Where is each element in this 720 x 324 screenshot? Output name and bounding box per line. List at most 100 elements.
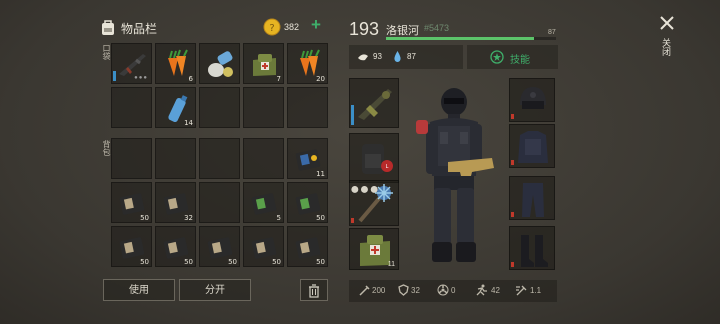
star-icon bbox=[490, 50, 504, 64]
helmet-icon bbox=[520, 87, 546, 109]
attack-icon bbox=[359, 285, 370, 296]
character-model bbox=[416, 88, 494, 262]
pocket-slot-carrots[interactable]: 6 bbox=[155, 43, 196, 84]
pocket-slot-water[interactable]: 14 bbox=[155, 87, 196, 128]
backpack-slot-recipe[interactable]: 50 bbox=[287, 226, 328, 267]
pocket-slot-empty[interactable] bbox=[111, 87, 152, 128]
player-id: #5473 bbox=[424, 23, 450, 33]
durability-indicator bbox=[511, 212, 514, 217]
trash-icon bbox=[309, 284, 319, 298]
backpack-icon bbox=[102, 20, 114, 35]
backpack-slot-empty[interactable] bbox=[155, 138, 196, 179]
backpack-slot-empty[interactable] bbox=[243, 138, 284, 179]
quick-item-slot[interactable]: 11 bbox=[349, 228, 399, 270]
melee-weapon-slot[interactable]: ●●● bbox=[349, 180, 399, 226]
boots-icon bbox=[521, 235, 548, 267]
food-value: 93 bbox=[373, 52, 382, 61]
pocket-slot-empty[interactable] bbox=[199, 87, 240, 128]
pocket-slot-bandage[interactable] bbox=[199, 43, 240, 84]
close-button[interactable]: 关闭 bbox=[654, 14, 680, 66]
backpack-slot-empty[interactable] bbox=[199, 182, 240, 223]
backpack-slot-empty[interactable] bbox=[199, 138, 240, 179]
item-count: 50 bbox=[316, 214, 325, 222]
item-count: 7 bbox=[276, 75, 281, 83]
backpack-slot-recipe-green[interactable]: 5 bbox=[243, 182, 284, 223]
svg-text:L: L bbox=[386, 164, 389, 170]
pocket-label: 口袋 bbox=[102, 44, 111, 60]
durability-indicator bbox=[351, 218, 354, 223]
durability-indicator bbox=[351, 105, 354, 125]
inventory-header: 物品栏 ? 382 + bbox=[97, 15, 337, 42]
tactical-backpack-icon: L bbox=[362, 144, 393, 174]
backpack-slot-recipe[interactable]: 50 bbox=[243, 226, 284, 267]
defense-value: 32 bbox=[411, 286, 420, 295]
durability-indicator bbox=[511, 262, 514, 267]
health-bar bbox=[386, 37, 556, 40]
item-count: 32 bbox=[184, 214, 193, 222]
close-label: 关闭 bbox=[661, 38, 671, 56]
vitals-panel: 93 87 bbox=[349, 45, 463, 69]
trash-button[interactable] bbox=[300, 279, 328, 301]
body-armor-icon bbox=[518, 131, 548, 163]
attack-speed-icon bbox=[516, 285, 527, 296]
durability-indicator bbox=[511, 160, 514, 165]
item-count: 50 bbox=[316, 258, 325, 266]
backpack-slot-recipe-green[interactable]: 50 bbox=[287, 182, 328, 223]
split-button[interactable]: 分开 bbox=[179, 279, 251, 301]
skills-button[interactable]: 技能 bbox=[467, 45, 558, 69]
stats-bar: 200 32 0 42 1.1 bbox=[349, 280, 557, 302]
body-armor-slot[interactable] bbox=[509, 124, 555, 168]
pocket-slot-carrots-2[interactable]: 20 bbox=[287, 43, 328, 84]
backpack-slot-manual[interactable]: 11 bbox=[287, 138, 328, 179]
item-count: 5 bbox=[276, 214, 281, 222]
food-icon bbox=[358, 54, 368, 61]
backpack-slot-recipe[interactable]: 50 bbox=[155, 226, 196, 267]
radiation-icon bbox=[437, 284, 449, 296]
inventory-title: 物品栏 bbox=[121, 22, 158, 36]
pants-slot[interactable] bbox=[509, 176, 555, 220]
add-coins-button[interactable]: + bbox=[311, 15, 321, 35]
backpack-slot-recipe[interactable]: 50 bbox=[111, 226, 152, 267]
backpack-label: 背包 bbox=[102, 140, 111, 156]
item-count: 11 bbox=[316, 170, 325, 178]
primary-weapon-slot[interactable] bbox=[349, 78, 399, 128]
durability-indicator bbox=[113, 71, 116, 81]
pocket-slot-rifle[interactable]: ●●● bbox=[111, 43, 152, 84]
use-button[interactable]: 使用 bbox=[103, 279, 175, 301]
durability-dots: ●●● bbox=[134, 75, 148, 81]
water-value: 87 bbox=[407, 52, 416, 61]
shield-icon bbox=[398, 284, 409, 296]
skills-label: 技能 bbox=[510, 55, 530, 66]
item-count: 50 bbox=[228, 258, 237, 266]
item-count: 11 bbox=[387, 261, 395, 268]
boots-slot[interactable] bbox=[509, 226, 555, 270]
close-icon bbox=[660, 16, 674, 30]
item-count: 50 bbox=[272, 258, 281, 266]
backpack-slot-recipe[interactable]: 50 bbox=[111, 182, 152, 223]
backpack-equip-slot[interactable]: L bbox=[349, 133, 399, 183]
pocket-slot-empty[interactable] bbox=[287, 87, 328, 128]
water-drop-icon bbox=[394, 51, 401, 62]
pants-icon bbox=[522, 183, 544, 217]
durability-indicator bbox=[511, 114, 514, 119]
coin-count: 382 bbox=[284, 22, 300, 32]
player-level: 193 bbox=[349, 19, 380, 39]
player-name: 洛银河 bbox=[386, 25, 419, 37]
item-count: 50 bbox=[140, 214, 149, 222]
health-bar-fill bbox=[386, 37, 534, 40]
backpack-slot-recipe[interactable]: 50 bbox=[199, 226, 240, 267]
radiation-value: 0 bbox=[451, 286, 456, 295]
backpack-slot-recipe[interactable]: 32 bbox=[155, 182, 196, 223]
backpack-slot-empty[interactable] bbox=[111, 138, 152, 179]
spiked-mace-icon bbox=[358, 184, 393, 223]
svg-text:?: ? bbox=[269, 23, 274, 34]
health-value: 87 bbox=[548, 29, 556, 36]
attack-value: 200 bbox=[372, 286, 386, 295]
grenade-launcher-icon bbox=[358, 89, 392, 120]
running-icon bbox=[476, 284, 487, 296]
helmet-slot[interactable] bbox=[509, 78, 555, 122]
item-count: 50 bbox=[184, 258, 193, 266]
pocket-slot-medkit[interactable]: 7 bbox=[243, 43, 284, 84]
item-count: 6 bbox=[188, 75, 193, 83]
pocket-slot-empty[interactable] bbox=[243, 87, 284, 128]
